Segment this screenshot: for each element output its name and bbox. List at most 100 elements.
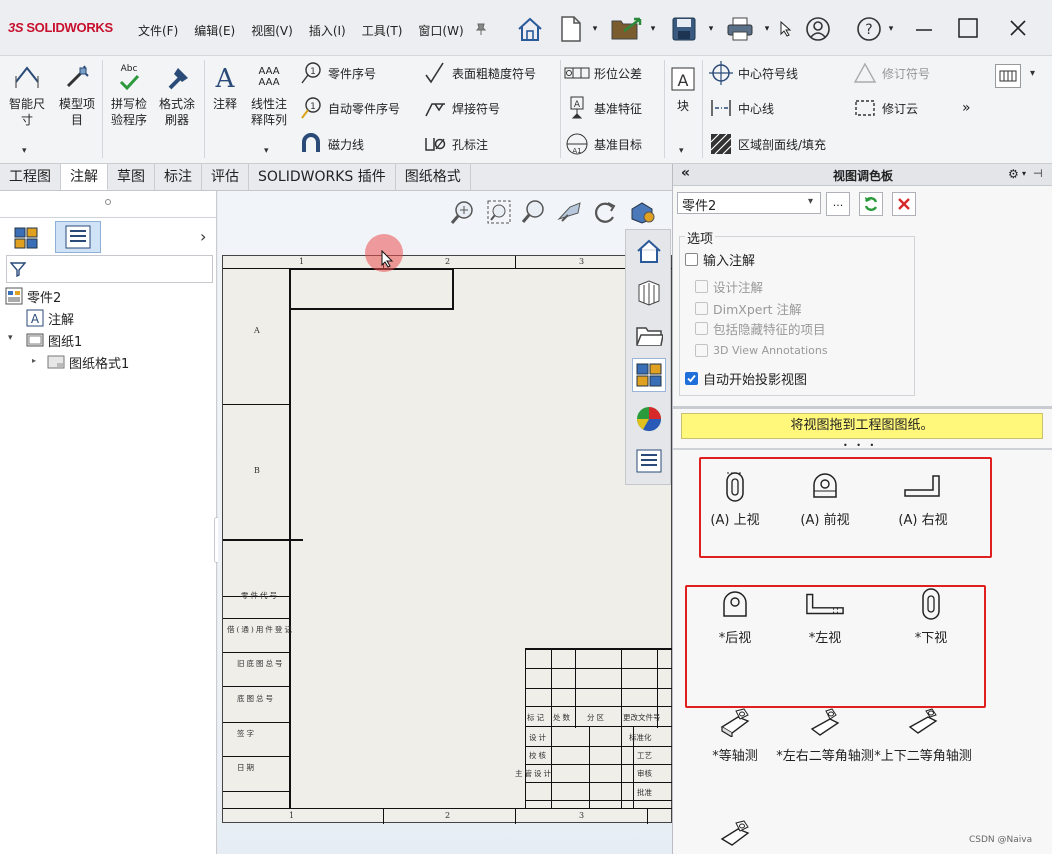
open-folder-icon[interactable]: [608, 12, 644, 46]
previous-view-icon[interactable]: [520, 199, 548, 227]
new-dropdown-icon[interactable]: ▾: [588, 12, 602, 46]
file-explorer-icon[interactable]: [632, 318, 666, 352]
view-item-isometric[interactable]: *等轴测: [685, 702, 785, 766]
feature-manager-tab-icon[interactable]: [8, 223, 44, 253]
tree-item-annotations[interactable]: A 注解: [26, 308, 74, 328]
checkbox[interactable]: [695, 280, 708, 293]
view-item-extra[interactable]: [685, 814, 785, 854]
ribbon-more-chevron[interactable]: »: [962, 96, 971, 120]
datum-target-button[interactable]: A1 基准目标: [564, 132, 642, 156]
menu-window[interactable]: 窗口(W): [410, 22, 471, 42]
area-hatch-button[interactable]: 区域剖面线/填充: [708, 132, 826, 156]
help-icon[interactable]: ?: [851, 12, 887, 46]
solidworks-resources-icon[interactable]: [632, 234, 666, 268]
menu-tools[interactable]: 工具(T): [354, 22, 411, 42]
block-dropdown-icon[interactable]: ▾: [679, 146, 684, 156]
revision-symbol-button[interactable]: 修订符号: [852, 61, 930, 85]
auto-balloon-button[interactable]: 1 自动零件序号: [298, 96, 400, 120]
note-dropdown-icon[interactable]: ▾: [264, 146, 269, 156]
checkbox[interactable]: [695, 322, 708, 335]
browse-button[interactable]: ...: [826, 192, 850, 216]
option-3d-view-annotations[interactable]: 3D View Annotations: [695, 344, 828, 357]
menu-file[interactable]: 文件(F): [130, 22, 186, 42]
appearances-icon[interactable]: [632, 402, 666, 436]
solidworks-logo[interactable]: 3S SOLIDWORKS: [8, 20, 113, 35]
option-import-annotations[interactable]: 输入注解: [685, 250, 755, 269]
tab-evaluate[interactable]: 评估: [202, 164, 249, 190]
view-item-dimetric-tb[interactable]: *上下二等角轴测: [873, 702, 973, 766]
tab-sketch[interactable]: 草图: [108, 164, 155, 190]
settings-gear-icon[interactable]: ⚙: [1008, 167, 1019, 181]
print-icon[interactable]: [722, 12, 758, 46]
user-account-icon[interactable]: [800, 12, 836, 46]
home-icon[interactable]: [512, 12, 548, 46]
help-dropdown-icon[interactable]: ▾: [884, 12, 898, 46]
block-button[interactable]: A 块: [666, 62, 700, 114]
panel-splitter-handle[interactable]: [105, 199, 111, 205]
format-painter-button[interactable]: 格式涂刷器: [152, 60, 202, 128]
pin-pane-icon[interactable]: ⊣: [1033, 167, 1043, 180]
linear-note-pattern-button[interactable]: AAA AAA 线性注释阵列: [244, 60, 294, 128]
view-item-dimetric-lr[interactable]: *左右二等角轴测: [775, 702, 875, 766]
pin-menu-icon[interactable]: [470, 12, 492, 46]
option-dimxpert-annotations[interactable]: DimXpert 注解: [695, 299, 801, 318]
sheet-format-expand-icon[interactable]: ▸: [32, 356, 36, 365]
weld-symbol-button[interactable]: 焊接符号: [422, 96, 500, 120]
close-button[interactable]: [998, 10, 1038, 46]
view-palette-icon[interactable]: [632, 358, 666, 392]
document-select[interactable]: 零件2 ▾: [677, 192, 821, 214]
zoom-to-fit-icon[interactable]: [450, 199, 478, 227]
customize-ribbon-icon[interactable]: [995, 64, 1021, 88]
save-icon[interactable]: [666, 12, 702, 46]
clear-button[interactable]: [892, 192, 916, 216]
select-pointer-icon[interactable]: [776, 12, 796, 46]
revision-cloud-button[interactable]: 修订云: [852, 96, 918, 120]
tab-markup[interactable]: 标注: [155, 164, 202, 190]
model-items-button[interactable]: 模型项目: [52, 60, 102, 128]
option-design-annotations[interactable]: 设计注解: [695, 277, 763, 296]
balloon-button[interactable]: 1 零件序号: [298, 61, 376, 85]
option-hidden-features[interactable]: 包括隐藏特征的项目: [695, 319, 826, 338]
minimize-button[interactable]: [904, 10, 944, 46]
filter-box[interactable]: [6, 255, 213, 283]
checkbox[interactable]: [695, 344, 708, 357]
tree-item-sheet[interactable]: 图纸1: [26, 330, 82, 350]
geometric-tolerance-button[interactable]: 形位公差: [564, 61, 642, 85]
datum-feature-button[interactable]: A 基准特征: [564, 96, 642, 120]
new-document-icon[interactable]: [553, 12, 589, 46]
panel-expand-arrow[interactable]: ›: [200, 227, 206, 246]
checkbox-checked[interactable]: [685, 372, 698, 385]
maximize-button[interactable]: [948, 10, 988, 46]
magnetic-line-button[interactable]: 磁力线: [298, 132, 364, 156]
checkbox[interactable]: [685, 253, 698, 266]
smart-dimension-dropdown-icon[interactable]: ▾: [22, 146, 27, 156]
hole-callout-button[interactable]: 孔标注: [422, 132, 488, 156]
property-manager-tab-icon[interactable]: [55, 221, 101, 253]
menu-edit[interactable]: 编辑(E): [186, 22, 243, 42]
spell-check-button[interactable]: Abc 拼写检验程序: [104, 60, 154, 128]
surface-finish-button[interactable]: 表面粗糙度符号: [422, 61, 536, 85]
note-button[interactable]: A 注释: [205, 60, 245, 112]
save-dropdown-icon[interactable]: ▾: [704, 12, 718, 46]
drawing-sheet[interactable]: 1 2 3 1 2 3 A B 零件代号 借(通)用件登记 旧底图总号 底图总号…: [222, 255, 672, 824]
ribbon-options-chevron[interactable]: ▾: [1030, 68, 1035, 79]
display-style-icon[interactable]: [628, 199, 658, 227]
smart-dimension-button[interactable]: 智能尺寸: [2, 60, 52, 128]
checkbox[interactable]: [695, 302, 708, 315]
sheet-expand-icon[interactable]: ▾: [8, 333, 13, 343]
print-dropdown-icon[interactable]: ▾: [760, 12, 774, 46]
custom-properties-icon[interactable]: [632, 444, 666, 478]
design-library-icon[interactable]: [632, 276, 666, 310]
center-mark-button[interactable]: 中心符号线: [708, 61, 798, 85]
centerline-button[interactable]: 中心线: [708, 96, 774, 120]
tab-sheet-format[interactable]: 图纸格式: [396, 164, 471, 190]
refresh-button[interactable]: [859, 192, 883, 216]
open-dropdown-icon[interactable]: ▾: [646, 12, 660, 46]
option-auto-projected-view[interactable]: 自动开始投影视图: [685, 369, 807, 388]
settings-dropdown-icon[interactable]: ▾: [1022, 169, 1026, 178]
splitter[interactable]: [673, 406, 1052, 409]
rotate-view-icon[interactable]: [592, 199, 620, 227]
tab-annotation[interactable]: 注解: [61, 164, 108, 190]
tab-drawing[interactable]: 工程图: [0, 164, 61, 190]
tree-item-sheet-format[interactable]: 图纸格式1: [47, 352, 129, 372]
